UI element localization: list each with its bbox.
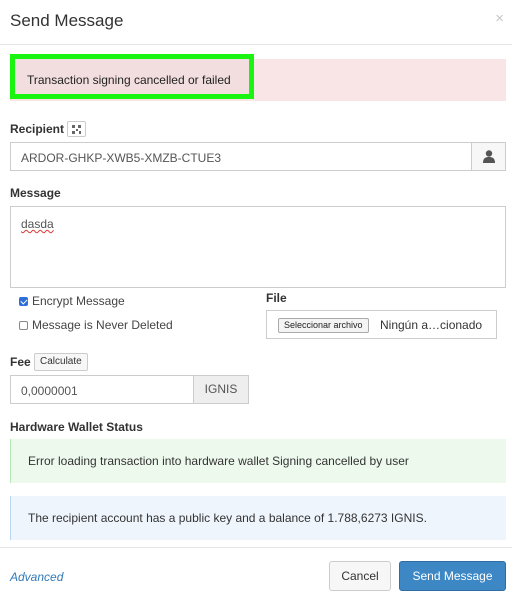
calculate-fee-button[interactable]: Calculate <box>34 353 88 371</box>
modal-footer: Advanced Cancel Send Message <box>0 547 512 600</box>
message-text: dasda <box>21 217 54 231</box>
file-name-text: Ningún a…cionado <box>380 318 483 332</box>
contacts-button[interactable] <box>471 142 506 171</box>
message-label: Message <box>10 186 61 200</box>
checkbox-checked[interactable] <box>19 297 28 306</box>
close-button[interactable]: × <box>495 10 504 27</box>
message-textarea[interactable]: dasda <box>10 206 506 288</box>
hardware-wallet-label: Hardware Wallet Status <box>10 420 143 434</box>
checkbox-unchecked[interactable] <box>19 321 28 330</box>
fee-label: Fee <box>10 355 31 369</box>
user-icon <box>483 150 495 163</box>
recipient-info-alert: The recipient account has a public key a… <box>10 496 506 540</box>
recipient-label: Recipient <box>10 122 65 136</box>
file-label: File <box>266 291 287 305</box>
error-text: Transaction signing cancelled or failed <box>27 73 231 87</box>
error-highlight-box: Transaction signing cancelled or failed <box>10 54 254 99</box>
qr-code-icon <box>72 125 81 134</box>
cancel-button[interactable]: Cancel <box>329 561 391 591</box>
hardware-wallet-status: Error loading transaction into hardware … <box>10 439 506 483</box>
qr-code-button[interactable] <box>67 121 86 137</box>
encrypt-message-label: Encrypt Message <box>32 294 125 308</box>
choose-file-button[interactable]: Seleccionar archivo <box>278 318 369 333</box>
file-input[interactable]: Seleccionar archivo Ningún a…cionado <box>266 310 497 339</box>
fee-input[interactable]: 0,0000001 <box>10 375 194 404</box>
encrypt-message-checkbox[interactable]: Encrypt Message <box>19 294 125 308</box>
modal-header: Send Message × <box>0 0 512 45</box>
never-deleted-label: Message is Never Deleted <box>32 318 173 332</box>
never-deleted-checkbox[interactable]: Message is Never Deleted <box>19 318 173 332</box>
modal-title: Send Message <box>10 11 124 30</box>
recipient-input[interactable]: ARDOR-GHKP-XWB5-XMZB-CTUE3 <box>10 142 472 171</box>
advanced-link[interactable]: Advanced <box>10 570 63 584</box>
send-message-button[interactable]: Send Message <box>399 561 506 591</box>
fee-currency: IGNIS <box>193 375 249 404</box>
